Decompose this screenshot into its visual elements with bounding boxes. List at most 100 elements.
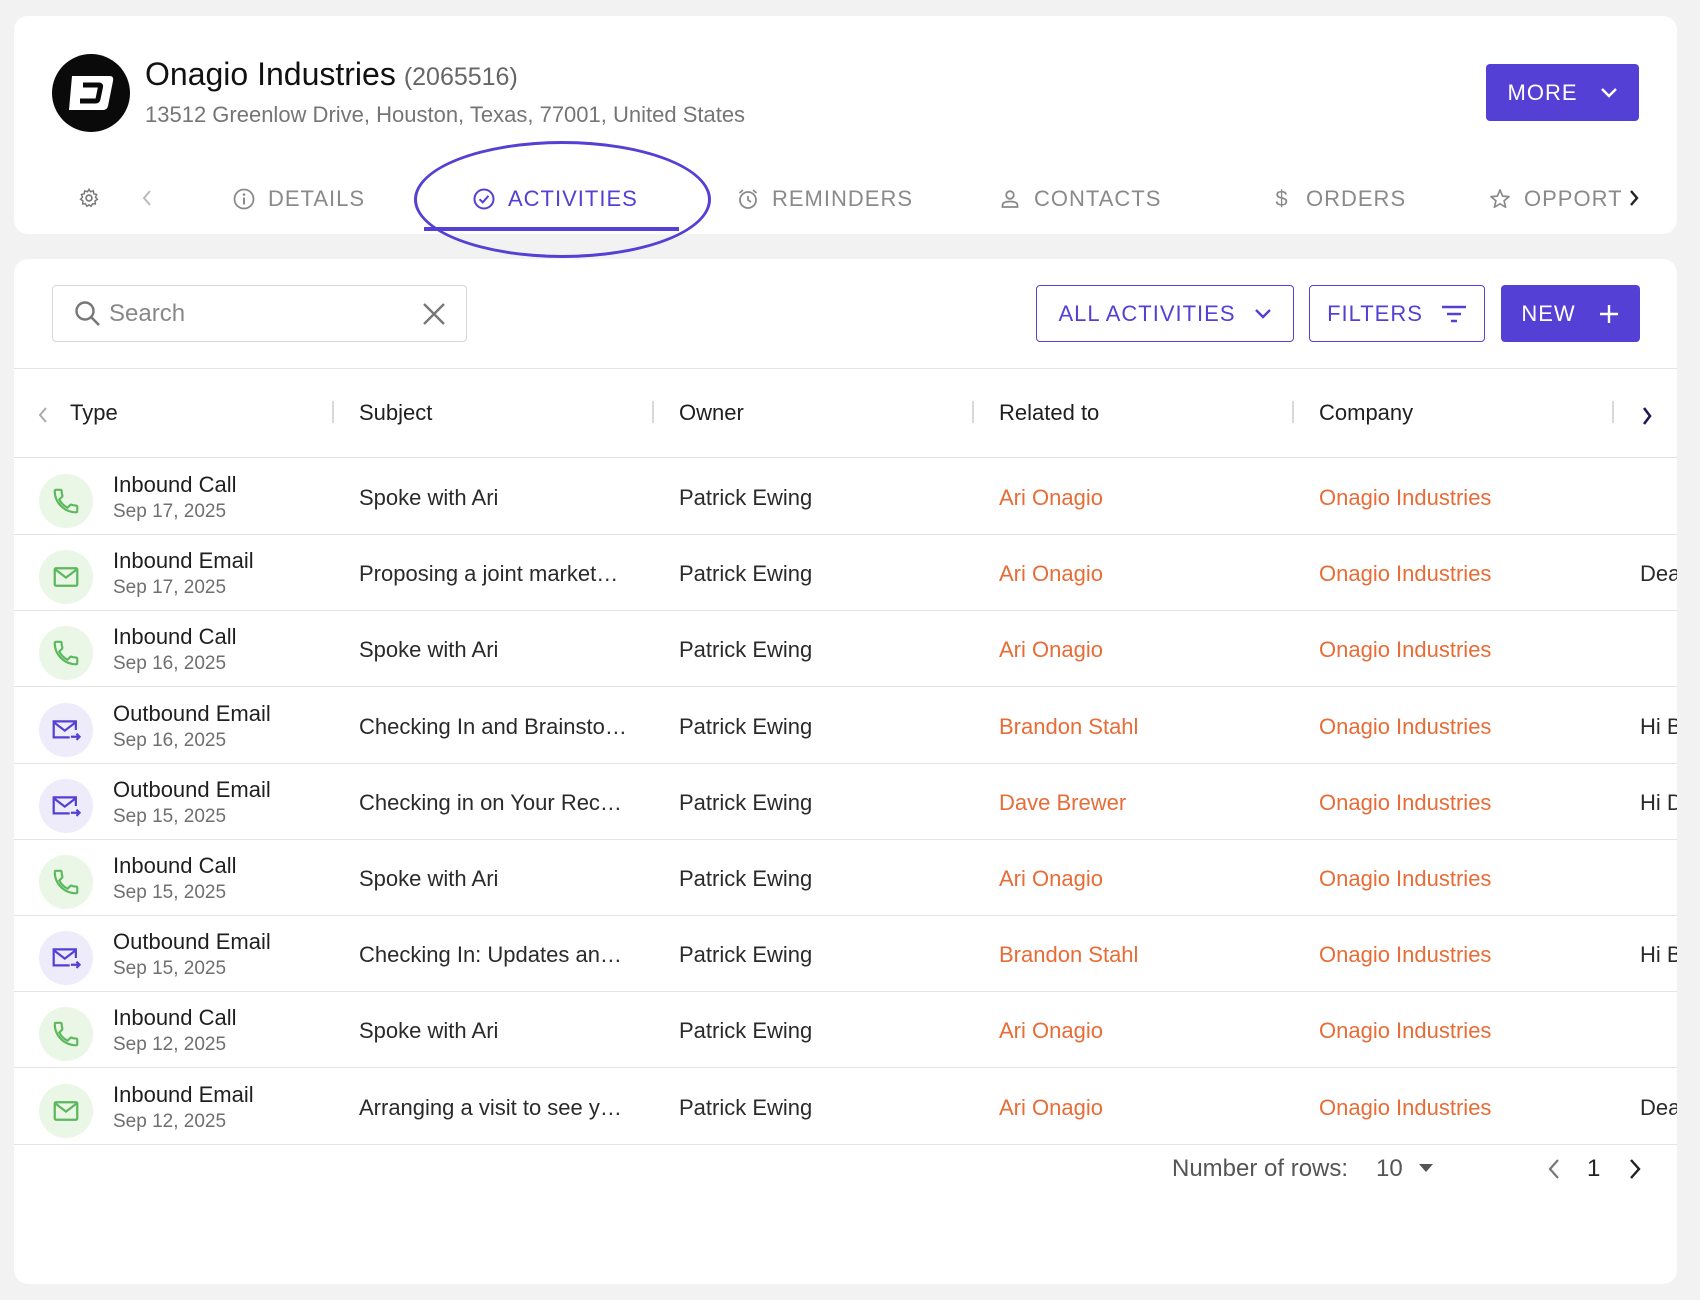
- column-related-to[interactable]: Related to: [999, 400, 1099, 426]
- related-to-link[interactable]: Ari Onagio: [999, 1018, 1103, 1044]
- filters-button[interactable]: FILTERS: [1309, 285, 1485, 342]
- activity-type: Inbound Call: [113, 624, 237, 649]
- activity-subject[interactable]: Spoke with Ari: [359, 485, 498, 511]
- chevron-down-icon: [1600, 87, 1617, 98]
- activity-type: Outbound Email: [113, 777, 271, 802]
- related-to-link[interactable]: Brandon Stahl: [999, 942, 1138, 968]
- table-pagination: Number of rows: 10 1: [14, 1139, 1677, 1219]
- alarm-clock-icon: [738, 189, 758, 209]
- table-row[interactable]: Inbound Email Sep 17, 2025 Proposing a joi…: [14, 535, 1677, 611]
- all-activities-label: ALL ACTIVITIES: [1058, 300, 1236, 326]
- next-page-icon[interactable]: [1627, 1157, 1643, 1181]
- company-link[interactable]: Onagio Industries: [1319, 637, 1491, 663]
- company-link[interactable]: Onagio Industries: [1319, 942, 1491, 968]
- related-to-link[interactable]: Dave Brewer: [999, 790, 1126, 816]
- column-subject[interactable]: Subject: [359, 400, 432, 426]
- search-input[interactable]: [109, 296, 399, 332]
- activity-subject[interactable]: Arranging a visit to see y…: [359, 1095, 622, 1121]
- tabs-scroll-left-icon[interactable]: [132, 183, 162, 213]
- company-link[interactable]: Onagio Industries: [1319, 714, 1491, 740]
- activity-subject[interactable]: Spoke with Ari: [359, 1018, 498, 1044]
- table-row[interactable]: Inbound Call Sep 17, 2025 Spoke with Ari Pa…: [14, 459, 1677, 535]
- activities-panel: ALL ACTIVITIES FILTERS NEW Type Subject …: [14, 259, 1677, 1284]
- activity-subject[interactable]: Checking In and Brainsto…: [359, 714, 627, 740]
- more-button[interactable]: MORE: [1486, 64, 1639, 121]
- activity-preview: Dea: [1640, 561, 1677, 586]
- table-row[interactable]: Outbound Email Sep 15, 2025 Checking In: U…: [14, 916, 1677, 992]
- tab-reminders-label: REMINDERS: [772, 186, 914, 211]
- envelope-icon: [39, 550, 93, 604]
- column-divider[interactable]: [1292, 401, 1294, 423]
- related-to-link[interactable]: Ari Onagio: [999, 485, 1103, 511]
- column-divider[interactable]: [972, 401, 974, 423]
- company-link[interactable]: Onagio Industries: [1319, 561, 1491, 587]
- column-owner[interactable]: Owner: [679, 400, 744, 426]
- activity-owner: Patrick Ewing: [679, 714, 813, 739]
- new-label: NEW: [1521, 300, 1576, 326]
- activity-owner: Patrick Ewing: [679, 790, 813, 815]
- table-row[interactable]: Outbound Email Sep 16, 2025 Checking In an…: [14, 688, 1677, 764]
- table-row[interactable]: Inbound Call Sep 16, 2025 Spoke with Ari Pa…: [14, 611, 1677, 687]
- gear-icon[interactable]: [74, 183, 104, 213]
- related-to-link[interactable]: Ari Onagio: [999, 637, 1103, 663]
- column-divider[interactable]: [1612, 401, 1614, 423]
- all-activities-dropdown[interactable]: ALL ACTIVITIES: [1036, 285, 1294, 342]
- tab-opportunities[interactable]: OPPORT: [1488, 171, 1623, 227]
- envelope-send-icon: [39, 703, 93, 757]
- company-address: 13512 Greenlow Drive, Houston, Texas, 77…: [145, 102, 746, 127]
- company-link[interactable]: Onagio Industries: [1319, 485, 1491, 511]
- related-to-link[interactable]: Ari Onagio: [999, 866, 1103, 892]
- table-row[interactable]: Inbound Email Sep 12, 2025 Arranging a vis…: [14, 1069, 1677, 1145]
- activity-subject[interactable]: Spoke with Ari: [359, 866, 498, 892]
- rows-per-page-select[interactable]: 10: [1376, 1155, 1403, 1183]
- activity-date: Sep 12, 2025: [113, 1034, 227, 1055]
- activity-owner: Patrick Ewing: [679, 866, 813, 891]
- tab-details[interactable]: DETAILS: [232, 171, 365, 227]
- related-to-link[interactable]: Ari Onagio: [999, 1095, 1103, 1121]
- activity-date: Sep 15, 2025: [113, 958, 227, 979]
- caret-down-icon[interactable]: [1418, 1163, 1434, 1173]
- tab-reminders[interactable]: REMINDERS: [736, 171, 913, 227]
- related-to-link[interactable]: Brandon Stahl: [999, 714, 1138, 740]
- column-company[interactable]: Company: [1319, 400, 1413, 426]
- activity-owner: Patrick Ewing: [679, 1095, 813, 1120]
- column-divider[interactable]: [332, 401, 334, 423]
- activity-subject[interactable]: Checking in on Your Rec…: [359, 790, 622, 816]
- person-icon: [1001, 190, 1019, 208]
- activity-preview: Hi D: [1640, 790, 1677, 815]
- tabs-scroll-right-icon[interactable]: [1619, 183, 1649, 213]
- company-name: Onagio Industries: [145, 56, 396, 92]
- column-type[interactable]: Type: [70, 400, 118, 426]
- company-link[interactable]: Onagio Industries: [1319, 1018, 1491, 1044]
- new-activity-button[interactable]: NEW: [1501, 285, 1640, 342]
- tab-contacts-label: CONTACTS: [1034, 186, 1162, 211]
- phone-icon: [39, 1007, 93, 1061]
- table-row[interactable]: Outbound Email Sep 15, 2025 Checking in on…: [14, 764, 1677, 840]
- activity-preview: Dea: [1640, 1095, 1677, 1120]
- table-row[interactable]: Inbound Call Sep 12, 2025 Spoke with Ari Pa…: [14, 992, 1677, 1068]
- related-to-link[interactable]: Ari Onagio: [999, 561, 1103, 587]
- activity-date: Sep 12, 2025: [113, 1111, 227, 1132]
- company-link[interactable]: Onagio Industries: [1319, 1095, 1491, 1121]
- tab-opportunities-label: OPPORT: [1524, 186, 1623, 211]
- previous-page-icon[interactable]: [1546, 1157, 1562, 1181]
- activity-subject[interactable]: Spoke with Ari: [359, 637, 498, 663]
- activity-type: Inbound Email: [113, 1082, 254, 1107]
- tab-orders[interactable]: $ ORDERS: [1270, 171, 1406, 227]
- tab-contacts[interactable]: CONTACTS: [998, 171, 1161, 227]
- tab-bar: DETAILS ACTIVITIES REMINDERS CONTACTS $ …: [14, 171, 1677, 227]
- company-id: (2065516): [403, 63, 518, 91]
- table-row[interactable]: Inbound Call Sep 15, 2025 Spoke with Ari Pa…: [14, 840, 1677, 916]
- company-link[interactable]: Onagio Industries: [1319, 866, 1491, 892]
- onagio-logo-icon: [52, 54, 130, 132]
- scroll-right-icon[interactable]: [1640, 405, 1654, 427]
- activity-subject[interactable]: Checking In: Updates an…: [359, 942, 622, 968]
- column-divider[interactable]: [652, 401, 654, 423]
- activity-type: Outbound Email: [113, 701, 271, 726]
- activity-subject[interactable]: Proposing a joint market…: [359, 561, 618, 587]
- clear-search-icon[interactable]: [420, 300, 448, 328]
- activity-date: Sep 15, 2025: [113, 882, 227, 903]
- company-link[interactable]: Onagio Industries: [1319, 790, 1491, 816]
- plus-icon: [1599, 304, 1618, 323]
- scroll-left-icon[interactable]: [36, 405, 50, 425]
